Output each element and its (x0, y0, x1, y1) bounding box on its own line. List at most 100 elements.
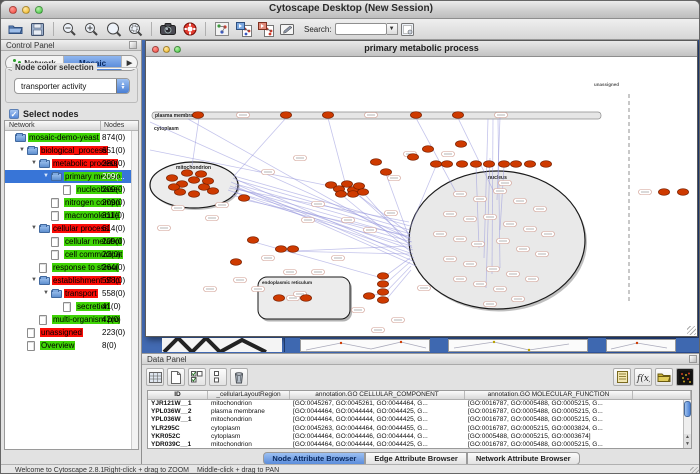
graph-node[interactable] (456, 161, 467, 168)
tree-row[interactable]: mosaic-demo-yeast874(0) (5, 131, 138, 144)
network-window-titlebar[interactable]: primary metabolic process (146, 41, 697, 57)
zoom-fit-icon[interactable] (104, 21, 123, 38)
graph-node[interactable] (377, 289, 388, 296)
graph-node[interactable] (230, 259, 241, 266)
table-row[interactable]: YDR039C__1mitochondrion[GO:0044464, GO:0… (148, 441, 691, 449)
open-icon[interactable] (6, 21, 25, 38)
attribute-list-icon[interactable] (613, 368, 631, 386)
tree-row[interactable]: secretion41(0) (5, 300, 138, 313)
graph-node[interactable] (498, 161, 509, 168)
graph-node[interactable] (347, 191, 358, 198)
graph-node[interactable] (168, 184, 179, 191)
table-row[interactable]: YLR295Ccytoplasm[GO:0045263, GO:0044464,… (148, 425, 691, 433)
tree-row[interactable]: nitrogen compo209(0) (5, 196, 138, 209)
graph-node[interactable] (300, 295, 311, 302)
table-column-header[interactable]: _cellularLayoutRegion (208, 391, 290, 399)
graph-node[interactable] (430, 161, 441, 168)
formula-icon[interactable]: f(x) (634, 368, 652, 386)
tree-row[interactable]: cellular metabol209(0) (5, 235, 138, 248)
graph-node[interactable] (273, 295, 284, 302)
app-resize-grip[interactable] (690, 467, 699, 474)
graph-node[interactable] (410, 112, 421, 119)
graph-node[interactable] (363, 293, 374, 300)
graph-node[interactable] (377, 273, 388, 280)
network-panel-icon[interactable] (212, 21, 231, 38)
graph-node[interactable] (341, 181, 352, 188)
graph-node[interactable] (407, 154, 418, 161)
disclosure-triangle-icon[interactable]: ▼ (31, 277, 37, 283)
table-column-header[interactable]: annotation.GO MOLECULAR_FUNCTION (465, 391, 633, 399)
tree-row[interactable]: ▼primary metabo209(... (5, 170, 138, 183)
disclosure-triangle-icon[interactable]: ▼ (31, 160, 37, 166)
graph-node[interactable] (470, 161, 481, 168)
disclosure-triangle-icon[interactable]: ▼ (19, 147, 25, 153)
graph-node[interactable] (166, 175, 177, 182)
graph-node[interactable] (524, 161, 535, 168)
float-panel-icon[interactable] (129, 41, 137, 49)
tab-edge-attribute-browser[interactable]: Edge Attribute Browser (365, 452, 466, 464)
graph-node[interactable] (353, 183, 364, 190)
tab-network-attribute-browser[interactable]: Network Attribute Browser (467, 452, 580, 464)
attribute-table-header[interactable]: ID_cellularLayoutRegionannotation.GO CEL… (148, 391, 691, 400)
select-nodes-checkbox[interactable]: ✓ (9, 109, 19, 119)
search-dropdown-icon[interactable]: ▼ (387, 23, 398, 35)
table-row[interactable]: YJR121W__1mitochondrion[GO:0045267, GO:0… (148, 400, 691, 408)
table-column-header[interactable]: annotation.GO CELLULAR_COMPONENT (290, 391, 465, 399)
tree-row[interactable]: ▼transport558(0) (5, 287, 138, 300)
tree-row[interactable]: ▼cellular process614(0) (5, 222, 138, 235)
graph-node[interactable] (452, 112, 463, 119)
new-attribute-icon[interactable] (167, 368, 185, 386)
save-icon[interactable] (28, 21, 47, 38)
graph-node[interactable] (658, 189, 669, 196)
graph-node[interactable] (357, 189, 368, 196)
window-resize-grip[interactable] (687, 326, 696, 335)
table-row[interactable]: YPL036W__1mitochondrion[GO:0044464, GO:0… (148, 416, 691, 424)
help-ring-icon[interactable] (180, 21, 199, 38)
graph-node[interactable] (322, 112, 333, 119)
search-option-icon[interactable] (398, 21, 417, 38)
disclosure-triangle-icon[interactable]: ▼ (43, 173, 49, 179)
tree-row[interactable]: ▼establishment of lo558(0) (5, 274, 138, 287)
disclosure-triangle-icon[interactable]: ▼ (43, 290, 49, 296)
table-row[interactable]: YKR052Ccytoplasm[GO:0044464, GO:0044446,… (148, 433, 691, 441)
graph-node[interactable] (287, 246, 298, 253)
tree-row[interactable]: Overview8(0) (5, 339, 138, 352)
export-image-icon[interactable] (158, 21, 177, 38)
annotation-icon[interactable] (278, 21, 297, 38)
graph-node[interactable] (335, 191, 346, 198)
zoom-out-icon[interactable] (60, 21, 79, 38)
tree-row[interactable]: ▼metabolic process280(0) (5, 157, 138, 170)
graph-node[interactable] (441, 161, 452, 168)
graph-node[interactable] (510, 161, 521, 168)
tree-header[interactable]: Network Nodes (5, 121, 138, 131)
import-network-table-icon[interactable] (256, 21, 275, 38)
graph-node[interactable] (275, 246, 286, 253)
graph-node[interactable] (188, 191, 199, 198)
tree-row[interactable]: cell communicat22(0) (5, 248, 138, 261)
graph-node[interactable] (202, 178, 213, 185)
graph-node[interactable] (188, 177, 199, 184)
table-column-header[interactable]: ID (148, 391, 208, 399)
graph-node[interactable] (677, 189, 688, 196)
disclosure-triangle-icon[interactable]: ▼ (31, 225, 37, 231)
table-scrollbar[interactable]: ▲▼ (683, 400, 691, 448)
node-color-dropdown[interactable]: transporter activity ▲▼ (14, 78, 130, 94)
graph-node[interactable] (280, 112, 291, 119)
unselect-attributes-icon[interactable] (209, 368, 227, 386)
graph-node[interactable] (238, 195, 249, 202)
graph-node[interactable] (380, 169, 391, 176)
delete-attribute-icon[interactable] (230, 368, 248, 386)
select-attributes-icon[interactable] (188, 368, 206, 386)
matrix-icon[interactable] (676, 368, 694, 386)
import-network-icon[interactable] (234, 21, 253, 38)
network-canvas[interactable]: plasma membranecytoplasmmitochondrionnuc… (148, 58, 696, 336)
import-attributes-icon[interactable] (655, 368, 673, 386)
zoom-in-icon[interactable] (82, 21, 101, 38)
app-titlebar[interactable]: Cytoscape Desktop (New Session) (1, 1, 700, 19)
tree-row[interactable]: unassigned223(0) (5, 326, 138, 339)
tree-row[interactable]: nucleobase-209(0) (5, 183, 138, 196)
float-panel-icon[interactable] (689, 355, 697, 363)
graph-node[interactable] (192, 112, 203, 119)
attribute-grid-icon[interactable] (146, 368, 164, 386)
graph-node[interactable] (540, 161, 551, 168)
